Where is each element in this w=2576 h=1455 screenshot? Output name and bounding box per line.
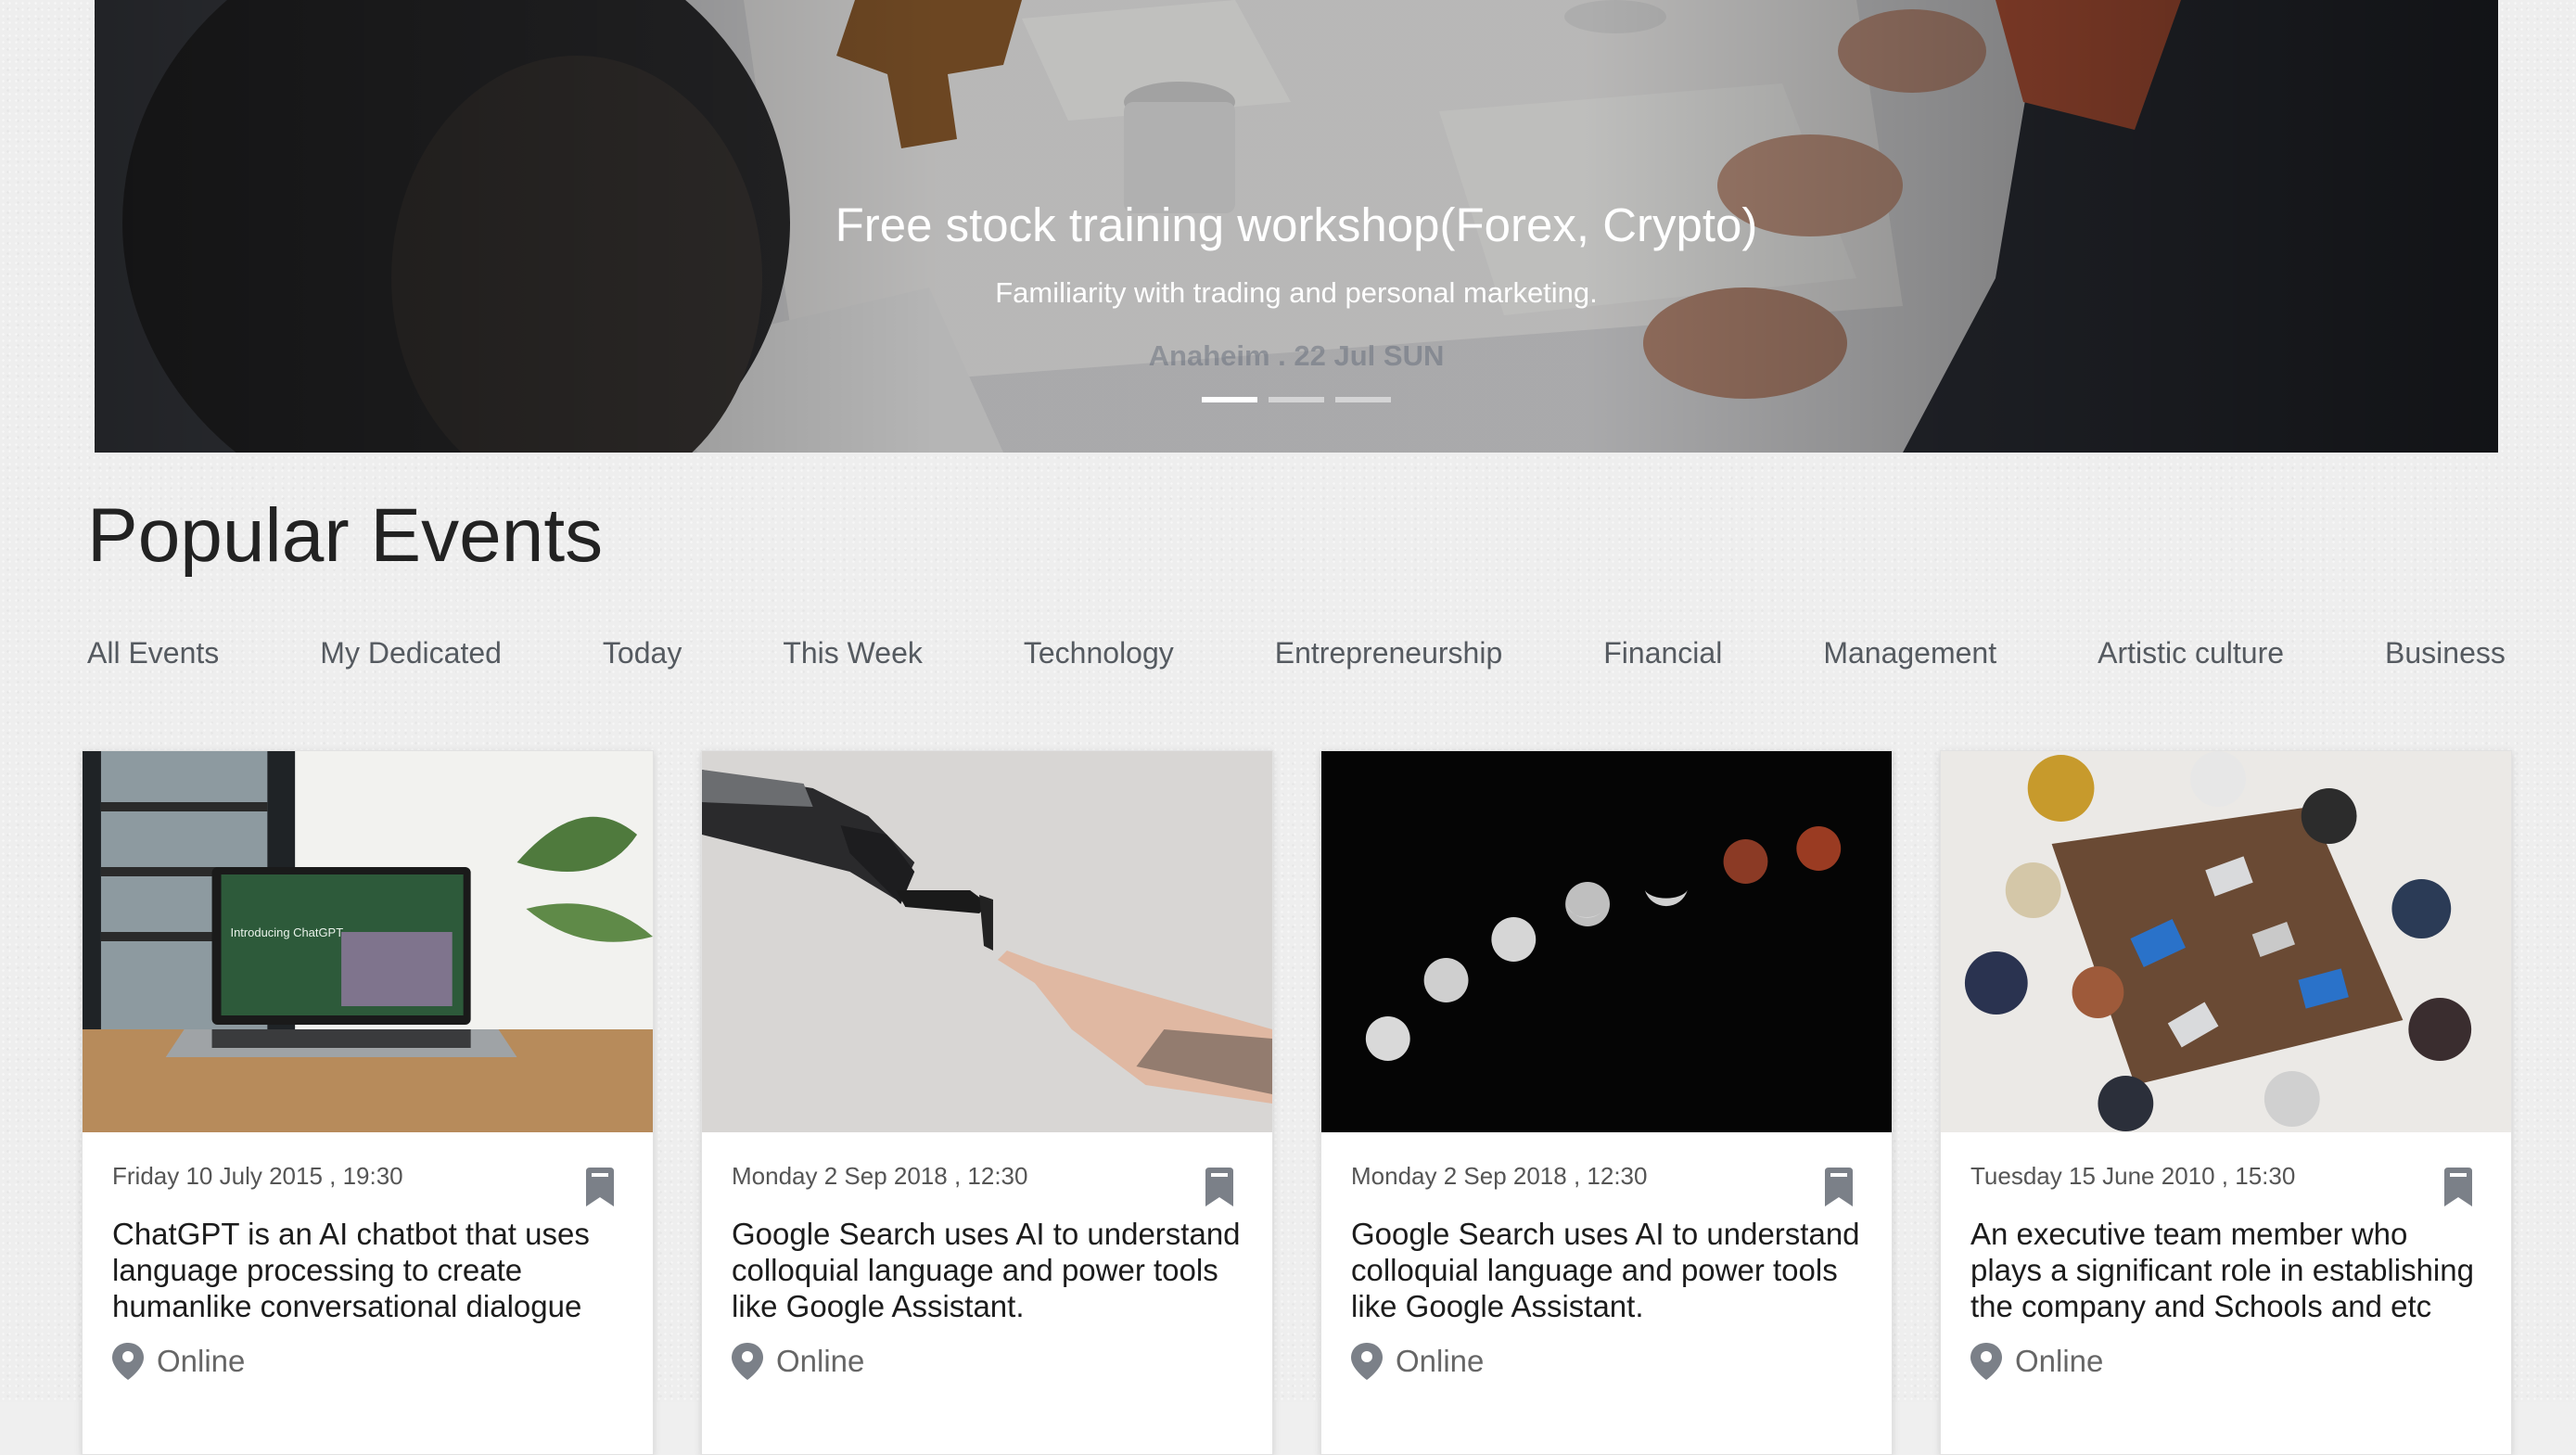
event-card-body: Tuesday 15 June 2010 , 15:30 An executiv… xyxy=(1941,1132,2511,1380)
event-date: Tuesday 15 June 2010 , 15:30 xyxy=(1970,1162,2296,1190)
event-location: Online xyxy=(1970,1343,2481,1380)
filter-tab-today[interactable]: Today xyxy=(603,627,682,679)
filter-tab-management[interactable]: Management xyxy=(1823,627,1996,679)
event-filter-tabs: All Events My Dedicated Today This Week … xyxy=(87,627,2506,679)
laptop-screen-text: Introducing ChatGPT xyxy=(230,925,343,939)
filter-tab-all-events[interactable]: All Events xyxy=(87,627,219,679)
carousel-indicator-3[interactable] xyxy=(1335,397,1391,402)
carousel-indicator-1[interactable] xyxy=(1202,397,1257,402)
filter-tab-entrepreneurship[interactable]: Entrepreneurship xyxy=(1275,627,1502,679)
location-pin-icon xyxy=(732,1343,763,1380)
event-title[interactable]: Google Search uses AI to understand coll… xyxy=(732,1216,1243,1324)
hero-location-date: Anaheim . 22 Jul SUN xyxy=(1148,339,1445,372)
carousel-indicators xyxy=(95,397,2498,402)
event-date: Friday 10 July 2015 , 19:30 xyxy=(112,1162,403,1190)
event-location-label: Online xyxy=(157,1344,246,1378)
event-title[interactable]: Google Search uses AI to understand coll… xyxy=(1351,1216,1862,1324)
hero-caption: Free stock training workshop(Forex, Cryp… xyxy=(95,195,2498,373)
event-card-body: Monday 2 Sep 2018 , 12:30 Google Search … xyxy=(702,1132,1272,1380)
filter-tab-business[interactable]: Business xyxy=(2385,627,2506,679)
hero-subtitle: Familiarity with trading and personal ma… xyxy=(995,276,1598,309)
bookmark-icon[interactable] xyxy=(1821,1168,1856,1206)
event-title[interactable]: ChatGPT is an AI chatbot that uses langu… xyxy=(112,1216,623,1324)
filter-tab-my-dedicated[interactable]: My Dedicated xyxy=(320,627,502,679)
filter-tab-technology[interactable]: Technology xyxy=(1024,627,1174,679)
event-card[interactable]: Introducing ChatGPT Friday 10 July 2015 … xyxy=(82,750,654,1455)
event-location: Online xyxy=(1351,1343,1862,1380)
event-card-body: Friday 10 July 2015 , 19:30 ChatGPT is a… xyxy=(83,1132,653,1380)
event-title[interactable]: An executive team member who plays a sig… xyxy=(1970,1216,2481,1324)
event-location-label: Online xyxy=(776,1344,865,1378)
event-image-robot-hand xyxy=(702,751,1272,1132)
bookmark-icon[interactable] xyxy=(582,1168,618,1206)
section-title: Popular Events xyxy=(87,493,604,578)
bookmark-icon[interactable] xyxy=(1202,1168,1237,1206)
filter-tab-artistic-culture[interactable]: Artistic culture xyxy=(2098,627,2284,679)
event-card[interactable]: Monday 2 Sep 2018 , 12:30 Google Search … xyxy=(701,750,1273,1455)
event-image-laptop: Introducing ChatGPT xyxy=(83,751,653,1132)
event-image-moon-phases xyxy=(1321,751,1892,1132)
event-card-list: Introducing ChatGPT Friday 10 July 2015 … xyxy=(82,750,2512,1455)
event-location: Online xyxy=(732,1343,1243,1380)
event-card[interactable]: Monday 2 Sep 2018 , 12:30 Google Search … xyxy=(1320,750,1893,1455)
filter-tab-financial[interactable]: Financial xyxy=(1603,627,1722,679)
event-location-label: Online xyxy=(2015,1344,2104,1378)
event-location: Online xyxy=(112,1343,623,1380)
bookmark-icon[interactable] xyxy=(2441,1168,2476,1206)
filter-tab-this-week[interactable]: This Week xyxy=(783,627,923,679)
hero-title[interactable]: Free stock training workshop(Forex, Cryp… xyxy=(95,195,2498,256)
location-pin-icon xyxy=(1970,1343,2002,1380)
event-date: Monday 2 Sep 2018 , 12:30 xyxy=(1351,1162,1648,1190)
event-image-team-meeting xyxy=(1941,751,2511,1132)
carousel-indicator-2[interactable] xyxy=(1269,397,1324,402)
event-card-body: Monday 2 Sep 2018 , 12:30 Google Search … xyxy=(1321,1132,1892,1380)
event-card[interactable]: Tuesday 15 June 2010 , 15:30 An executiv… xyxy=(1940,750,2512,1455)
location-pin-icon xyxy=(1351,1343,1383,1380)
event-date: Monday 2 Sep 2018 , 12:30 xyxy=(732,1162,1028,1190)
event-location-label: Online xyxy=(1396,1344,1485,1378)
location-pin-icon xyxy=(112,1343,144,1380)
hero-carousel[interactable]: Free stock training workshop(Forex, Cryp… xyxy=(95,0,2498,453)
